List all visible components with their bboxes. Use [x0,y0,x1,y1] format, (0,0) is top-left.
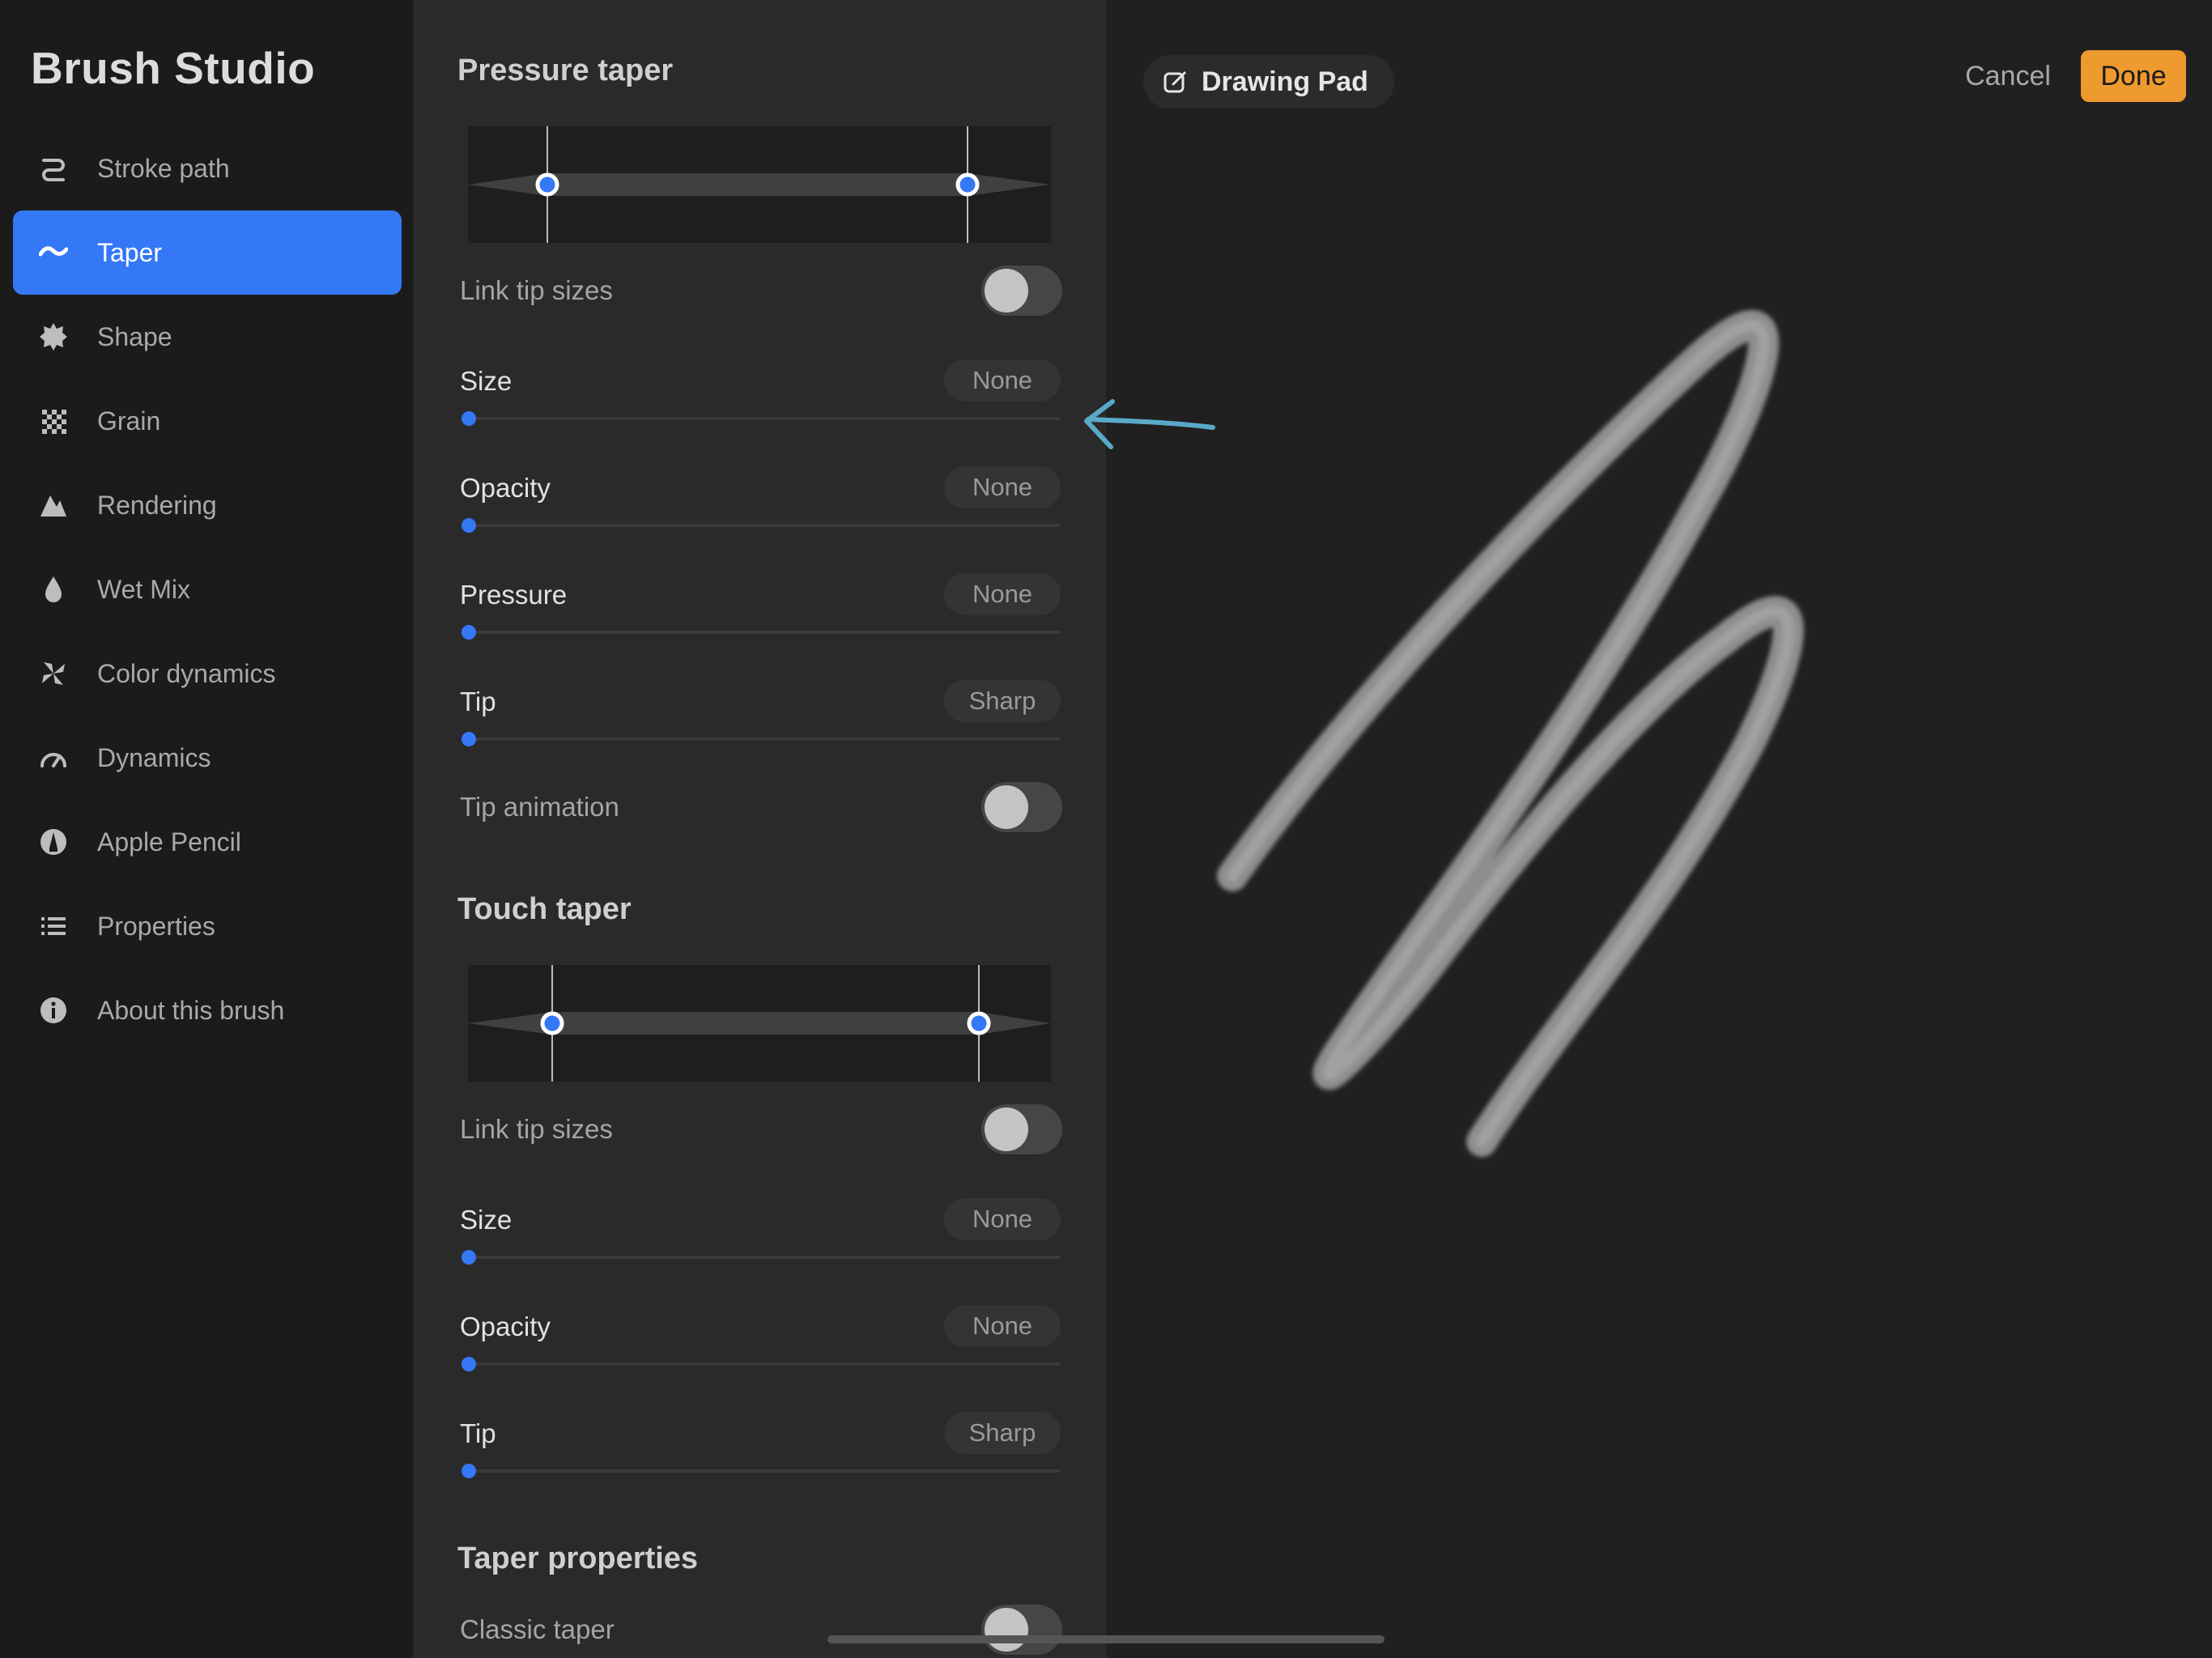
slider-thumb[interactable] [462,1357,476,1371]
sidebar-item-wet-mix[interactable]: Wet Mix [13,547,402,631]
sidebar-item-label: Taper [97,238,163,267]
sidebar-item-apple-pencil[interactable]: Apple Pencil [13,800,402,884]
sidebar-item-label: Dynamics [97,743,211,772]
slider-thumb[interactable] [462,411,476,426]
drawing-pad-button[interactable]: Drawing Pad [1143,55,1394,108]
slider-thumb[interactable] [462,625,476,640]
taper-icon [39,238,68,267]
sidebar-item-label: Rendering [97,491,217,520]
rendering-icon [39,491,68,520]
pressure-pressure-value: None [944,573,1061,615]
sidebar-item-label: Grain [97,406,161,436]
sidebar-item-rendering[interactable]: Rendering [13,463,402,547]
sidebar-item-grain[interactable]: Grain [13,379,402,463]
pressure-taper-title: Pressure taper [457,53,674,87]
touch-link-tip-sizes-label: Link tip sizes [460,1114,613,1144]
pressure-pressure-label: Pressure [460,580,568,610]
app-title: Brush Studio [31,43,316,93]
touch-taper-end-handle[interactable] [967,1011,991,1035]
toggle-knob [985,785,1028,829]
touch-opacity-label: Opacity [460,1312,551,1341]
sidebar-item-taper[interactable]: Taper [13,210,402,295]
sidebar: Brush Studio Stroke path Taper Shape Gra… [0,0,413,1658]
pressure-tip-value: Sharp [944,680,1061,722]
done-button[interactable]: Done [2081,50,2186,102]
touch-size-slider[interactable] [462,1250,1061,1265]
pressure-opacity-label: Opacity [460,473,551,503]
cancel-button[interactable]: Cancel [1943,50,2073,102]
info-icon [39,996,68,1025]
apple-pencil-icon [39,827,68,857]
touch-link-tip-sizes-toggle[interactable] [981,1104,1062,1154]
slider-thumb[interactable] [462,732,476,746]
toggle-knob [985,1608,1028,1652]
shape-icon [39,322,68,351]
slider-thumb[interactable] [462,1250,476,1265]
tip-animation-toggle[interactable] [981,782,1062,832]
sidebar-item-dynamics[interactable]: Dynamics [13,716,402,800]
sidebar-item-color-dynamics[interactable]: Color dynamics [13,631,402,716]
touch-size-value: None [944,1198,1061,1240]
pressure-taper-end-handle[interactable] [955,172,980,197]
classic-taper-label: Classic taper [460,1614,615,1644]
toggle-knob [985,269,1028,312]
touch-taper-start-handle[interactable] [540,1011,564,1035]
pressure-tip-label: Tip [460,687,496,716]
grain-icon [39,406,68,436]
sidebar-item-label: Wet Mix [97,575,190,604]
pressure-link-tip-sizes-label: Link tip sizes [460,275,613,305]
pressure-link-tip-sizes-toggle[interactable] [981,266,1062,316]
slider-thumb[interactable] [462,1464,476,1478]
stroke-path-icon [39,154,68,183]
pressure-pressure-slider[interactable] [462,625,1061,640]
touch-size-label: Size [460,1205,513,1235]
taper-properties-title: Taper properties [457,1541,699,1575]
slider-thumb[interactable] [462,518,476,533]
sidebar-item-about-this-brush[interactable]: About this brush [13,968,402,1052]
sidebar-item-label: Apple Pencil [97,827,241,857]
sidebar-item-label: Stroke path [97,154,230,183]
touch-taper-title: Touch taper [457,892,632,926]
toggle-knob [985,1107,1028,1151]
sidebar-item-label: Color dynamics [97,659,276,688]
drawing-pad-label: Drawing Pad [1202,66,1368,97]
pressure-taper-start-handle[interactable] [535,172,559,197]
pressure-opacity-slider[interactable] [462,518,1061,533]
edit-icon [1163,69,1189,95]
tip-animation-label: Tip animation [460,792,619,822]
touch-opacity-slider[interactable] [462,1357,1061,1371]
sidebar-item-label: About this brush [97,996,285,1025]
touch-taper-preview[interactable] [468,965,1051,1082]
classic-taper-toggle[interactable] [981,1605,1062,1655]
color-dynamics-icon [39,659,68,688]
sidebar-item-label: Properties [97,912,215,941]
properties-icon [39,912,68,941]
sidebar-item-stroke-path[interactable]: Stroke path [13,126,402,210]
pressure-opacity-value: None [944,466,1061,508]
pressure-taper-preview[interactable] [468,126,1051,243]
sidebar-item-label: Shape [97,322,172,351]
sidebar-item-properties[interactable]: Properties [13,884,402,968]
taper-settings-panel: Pressure taper Link tip sizes Size None … [413,0,1106,1658]
drawing-pad-canvas[interactable] [1106,0,2212,1658]
pressure-size-value: None [944,359,1061,402]
wet-mix-icon [39,575,68,604]
touch-opacity-value: None [944,1305,1061,1347]
pressure-size-slider[interactable] [462,411,1061,426]
touch-tip-value: Sharp [944,1412,1061,1454]
sidebar-item-shape[interactable]: Shape [13,295,402,379]
home-indicator[interactable] [827,1635,1385,1643]
touch-tip-slider[interactable] [462,1464,1061,1478]
dynamics-icon [39,743,68,772]
touch-tip-label: Tip [460,1418,496,1448]
pressure-tip-slider[interactable] [462,732,1061,746]
pressure-size-label: Size [460,366,513,396]
